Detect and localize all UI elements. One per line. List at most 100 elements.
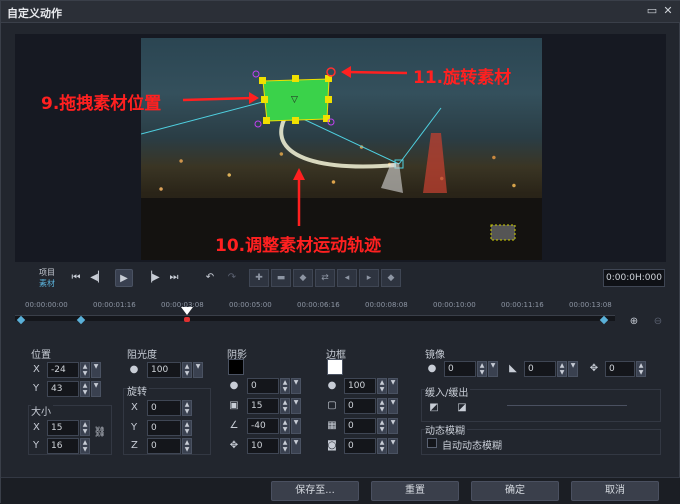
shadow-blur-stepper[interactable]: ▲ ▼ [280, 398, 290, 414]
cancel-button[interactable]: 取消 [571, 481, 659, 501]
position-y-input[interactable]: 43 [47, 381, 79, 397]
zoom-out-icon[interactable]: ⊖ [651, 315, 665, 329]
rotation-z-input[interactable]: 0 [147, 438, 181, 454]
handle-tl[interactable] [259, 77, 266, 84]
handle-t[interactable] [292, 75, 299, 82]
shadow-distance-stepper[interactable]: ▲ ▼ [280, 438, 290, 454]
opacity-menu[interactable]: ▼ [193, 362, 203, 378]
rotation-z-stepper[interactable]: ▲ ▼ [182, 438, 192, 454]
position-x-input[interactable]: -24 [47, 362, 79, 378]
mirror-v1-menu[interactable]: ▼ [488, 361, 498, 377]
close-icon[interactable]: ✕ [661, 4, 675, 18]
mirror-v1-input[interactable]: 0 [444, 361, 476, 377]
move-keyframe-icon[interactable]: ▬ [271, 269, 291, 287]
mirror-offset-icon: ✥ [589, 363, 599, 374]
border-opacity-stepper[interactable]: ▲ ▼ [377, 378, 387, 394]
handle-r[interactable] [325, 96, 332, 103]
position-x-menu[interactable]: ▼ [91, 362, 101, 378]
border-v3-input[interactable]: 0 [344, 438, 376, 454]
play-button[interactable]: ▶ [115, 269, 133, 287]
save-to-button[interactable]: 保存至... [271, 481, 359, 501]
ease-in-icon[interactable]: ◩ [427, 401, 441, 415]
shadow-color-swatch[interactable] [228, 359, 244, 375]
position-y-menu[interactable]: ▼ [91, 381, 101, 397]
handle-br[interactable] [323, 115, 330, 122]
playhead[interactable] [181, 307, 193, 315]
rotate-handle-tr[interactable] [326, 67, 336, 77]
next-keyframe-icon[interactable]: ◆ [381, 269, 401, 287]
handle-b[interactable] [292, 117, 299, 124]
mirror-v3-input[interactable]: 0 [605, 361, 635, 377]
handle-l[interactable] [261, 96, 268, 103]
border-v2-input[interactable]: 0 [344, 418, 376, 434]
border-v3-menu[interactable]: ▼ [388, 438, 398, 454]
shadow-angle-stepper[interactable]: ▲ ▼ [280, 418, 290, 434]
border-width-menu[interactable]: ▼ [388, 398, 398, 414]
timeline-track[interactable] [15, 315, 615, 321]
undo-icon[interactable]: ↶ [201, 269, 219, 287]
position-x-stepper[interactable]: ▲ ▼ [80, 362, 90, 378]
ok-button[interactable]: 确定 [471, 481, 559, 501]
mode-clip[interactable]: 素材 [39, 278, 55, 289]
ease-slider[interactable] [507, 405, 627, 406]
zoom-in-icon[interactable]: ⊕ [627, 315, 641, 329]
mode-project[interactable]: 项目 [39, 267, 55, 278]
handle-bl[interactable] [263, 117, 270, 124]
redo-icon[interactable]: ↷ [223, 269, 241, 287]
shadow-opacity-stepper[interactable]: ▲ ▼ [280, 378, 290, 394]
shadow-opacity-menu[interactable]: ▼ [291, 378, 301, 394]
motion-blur-title: 动态模糊 [425, 422, 467, 437]
shadow-blur-input[interactable]: 15 [247, 398, 279, 414]
border-width-input[interactable]: 0 [344, 398, 376, 414]
rotate-handle-bl[interactable] [254, 120, 262, 128]
size-y-input[interactable]: 16 [47, 438, 79, 454]
link-icon[interactable]: ⛓ [93, 426, 107, 440]
border-color-swatch[interactable] [327, 359, 343, 375]
border-v2-stepper[interactable]: ▲ ▼ [377, 418, 387, 434]
go-start-icon[interactable]: ⏮ [67, 269, 85, 287]
swap-keyframe-icon[interactable]: ⇄ [315, 269, 335, 287]
border-v2-menu[interactable]: ▼ [388, 418, 398, 434]
shadow-distance-menu[interactable]: ▼ [291, 438, 301, 454]
mirror-v2-stepper[interactable]: ▲ ▼ [557, 361, 567, 377]
opacity-input[interactable]: 100 [147, 362, 181, 378]
mirror-v2-input[interactable]: 0 [524, 361, 556, 377]
border-opacity-input[interactable]: 100 [344, 378, 376, 394]
prev-keyframe-icon[interactable]: ◆ [293, 269, 313, 287]
timeline-ruler[interactable]: 00:00:00:00 00:00:01:16 00:00:03:08 00:0… [15, 301, 615, 329]
shadow-distance-input[interactable]: 10 [247, 438, 279, 454]
add-keyframe-icon[interactable]: ✚ [249, 269, 269, 287]
shift-left-icon[interactable]: ◂ [337, 269, 357, 287]
mirror-v2-menu[interactable]: ▼ [568, 361, 578, 377]
rotation-y-stepper[interactable]: ▲ ▼ [182, 420, 192, 436]
prev-frame-icon[interactable]: ◀▏ [89, 269, 107, 287]
rotation-x-stepper[interactable]: ▲ ▼ [182, 400, 192, 416]
timecode-display[interactable]: 0:00:0H:000 [603, 269, 665, 287]
auto-motion-blur-checkbox[interactable] [427, 438, 437, 448]
border-opacity-menu[interactable]: ▼ [388, 378, 398, 394]
path-end-clip[interactable] [490, 224, 516, 241]
rotation-y-input[interactable]: 0 [147, 420, 181, 436]
reset-button[interactable]: 重置 [371, 481, 459, 501]
mirror-v3-stepper[interactable]: ▲ ▼ [636, 361, 646, 377]
shadow-blur-menu[interactable]: ▼ [291, 398, 301, 414]
border-width-stepper[interactable]: ▲ ▼ [377, 398, 387, 414]
shift-right-icon[interactable]: ▸ [359, 269, 379, 287]
go-end-icon[interactable]: ⏭ [165, 269, 183, 287]
rotate-handle-tl[interactable] [252, 70, 260, 78]
maximize-icon[interactable]: ▭ [645, 4, 659, 18]
shadow-angle-menu[interactable]: ▼ [291, 418, 301, 434]
position-y-stepper[interactable]: ▲ ▼ [80, 381, 90, 397]
size-y-stepper[interactable]: ▲ ▼ [80, 438, 90, 454]
shadow-opacity-input[interactable]: 0 [247, 378, 279, 394]
ease-out-icon[interactable]: ◪ [455, 401, 469, 415]
size-x-input[interactable]: 15 [47, 420, 79, 436]
opacity-stepper[interactable]: ▲ ▼ [182, 362, 192, 378]
shadow-angle-input[interactable]: -40 [247, 418, 279, 434]
mirror-v1-stepper[interactable]: ▲ ▼ [477, 361, 487, 377]
size-x-stepper[interactable]: ▲ ▼ [80, 420, 90, 436]
tick-label: 00:00:10:00 [433, 301, 476, 309]
rotation-x-input[interactable]: 0 [147, 400, 181, 416]
border-v3-stepper[interactable]: ▲ ▼ [377, 438, 387, 454]
next-frame-icon[interactable]: ▕▶ [143, 269, 161, 287]
